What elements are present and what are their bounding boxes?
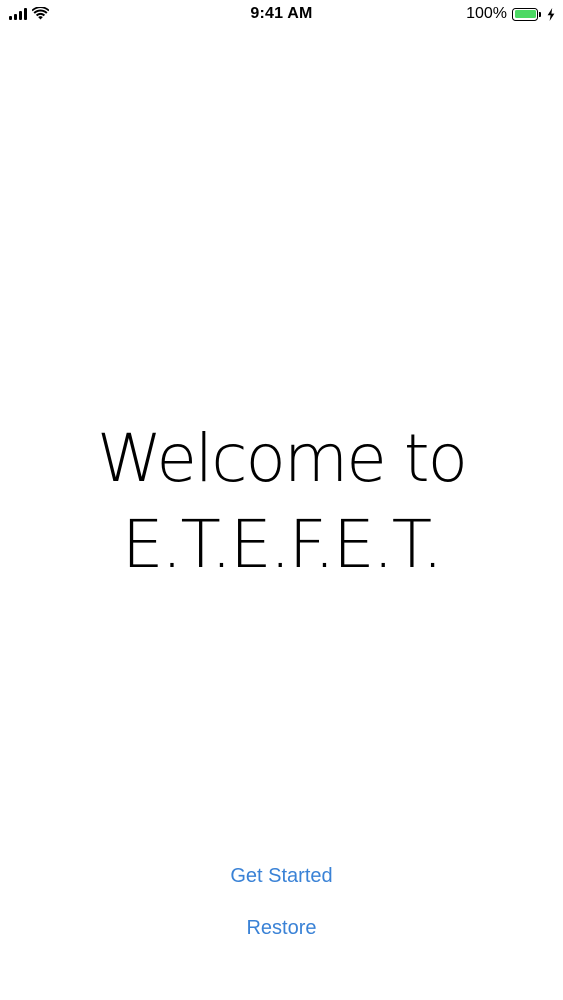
status-bar: 9:41 AM 100%	[0, 0, 563, 30]
get-started-button[interactable]: Get Started	[0, 865, 563, 888]
welcome-title-app-name: E.T.E.F.E.T.	[121, 506, 443, 583]
charging-bolt-icon	[547, 7, 555, 21]
battery-icon	[512, 7, 542, 21]
battery-body	[512, 7, 538, 21]
welcome-title: Welcome to E.T.E.F.E.T.	[0, 416, 563, 588]
battery-level-fill	[514, 10, 536, 18]
battery-percent: 100%	[466, 5, 507, 22]
welcome-title-line-1: Welcome to	[96, 420, 468, 497]
restore-button[interactable]: Restore	[0, 917, 563, 940]
status-right-group: 100%	[466, 5, 555, 23]
battery-cap	[539, 11, 541, 17]
